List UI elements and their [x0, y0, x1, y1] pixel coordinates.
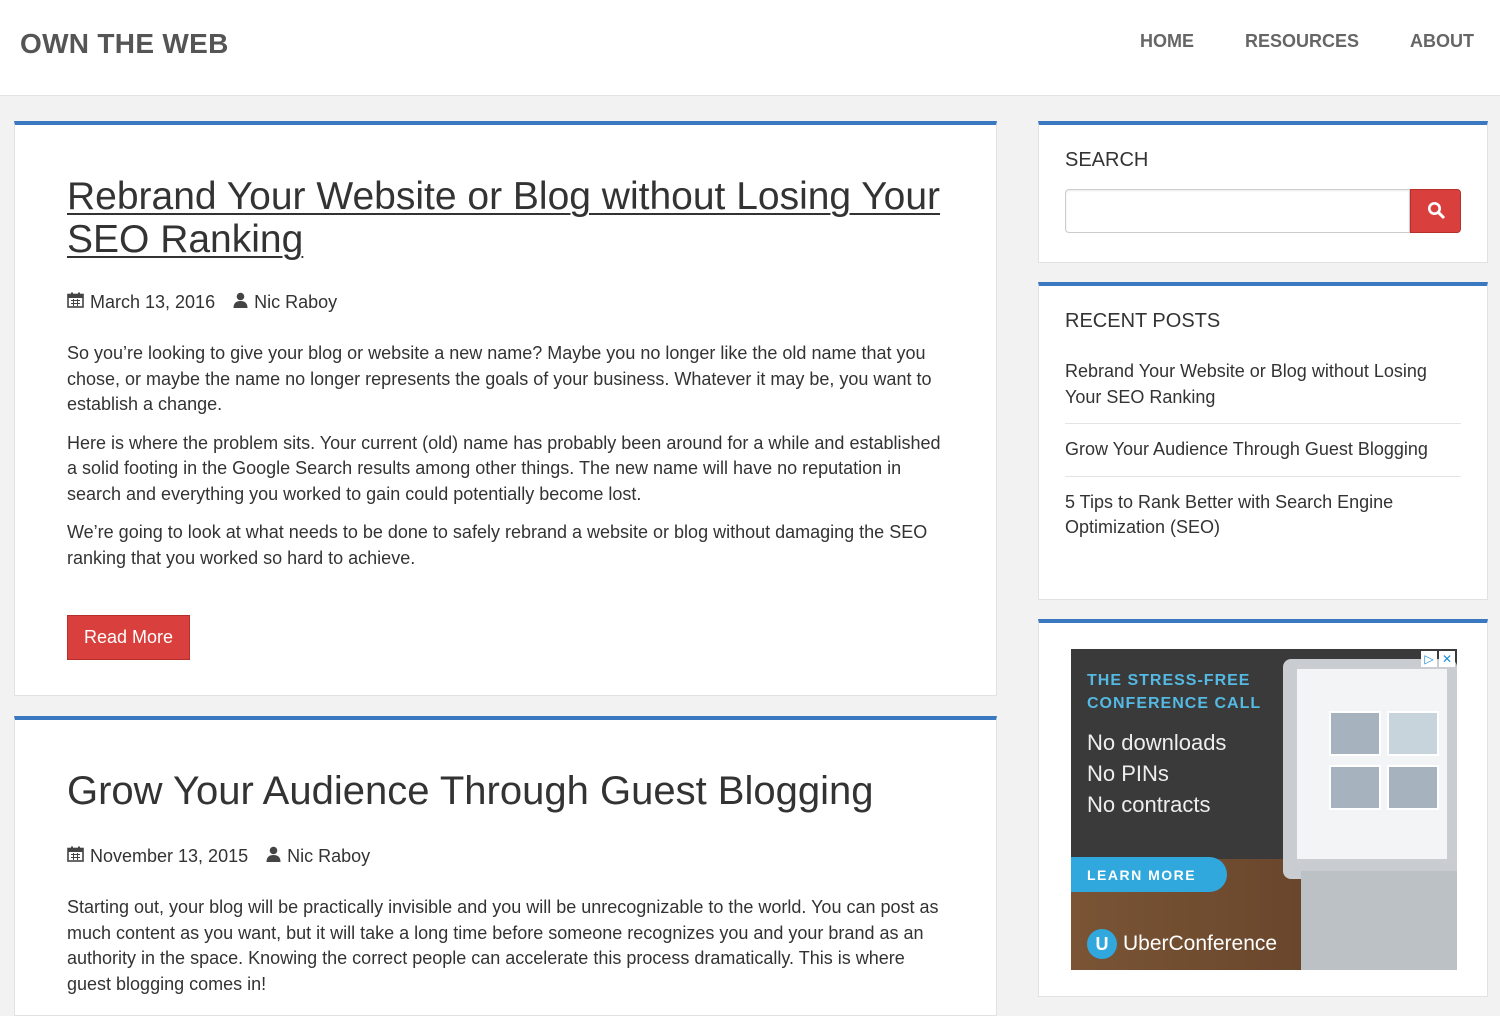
ad-video-tile — [1387, 765, 1439, 810]
post-author: Nic Raboy — [233, 292, 337, 313]
ad-keyboard-image — [1301, 871, 1457, 970]
widget-title: SEARCH — [1065, 149, 1149, 171]
ad-choices-icon[interactable]: ▷ — [1421, 651, 1437, 667]
recent-posts-widget: RECENT POSTS Rebrand Your Website or Blo… — [1038, 282, 1488, 600]
ad-widget: THE STRESS-FREE CONFERENCE CALL No downl… — [1038, 619, 1488, 997]
ad-choices[interactable]: ▷ ✕ — [1421, 651, 1455, 667]
ad-video-tile — [1329, 711, 1381, 756]
ad-screen-image — [1297, 669, 1447, 859]
ad-learn-more-button[interactable]: LEARN MORE — [1071, 857, 1227, 892]
post-card: Grow Your Audience Through Guest Bloggin… — [14, 716, 997, 1016]
ad-headline: THE STRESS-FREE CONFERENCE CALL — [1087, 669, 1261, 715]
post-list: Rebrand Your Website or Blog without Los… — [14, 121, 997, 1016]
recent-post-link[interactable]: Rebrand Your Website or Blog without Los… — [1065, 359, 1461, 424]
ad-body-line: No downloads — [1087, 730, 1227, 755]
user-icon — [233, 292, 248, 313]
site-brand[interactable]: OWN THE WEB — [20, 28, 229, 60]
post-paragraph: We’re going to look at what needs to be … — [67, 522, 928, 568]
recent-post-link[interactable]: 5 Tips to Rank Better with Search Engine… — [1065, 490, 1461, 554]
recent-post-link[interactable]: Grow Your Audience Through Guest Bloggin… — [1065, 437, 1461, 477]
post-paragraph: So you’re looking to give your blog or w… — [67, 343, 932, 414]
search-icon — [1427, 201, 1445, 222]
post-card: Rebrand Your Website or Blog without Los… — [14, 121, 997, 696]
post-title-link[interactable]: Rebrand Your Website or Blog without Los… — [67, 175, 944, 261]
calendar-icon — [67, 292, 84, 313]
read-more-button[interactable]: Read More — [67, 615, 191, 660]
uberconference-logo-icon: U — [1087, 929, 1117, 959]
ad-body-line: No contracts — [1087, 792, 1211, 817]
search-form — [1065, 189, 1461, 233]
post-excerpt: Starting out, your blog will be practica… — [67, 895, 944, 997]
ad-brand-name: UberConference — [1123, 932, 1278, 955]
nav-home[interactable]: HOME — [1140, 31, 1194, 52]
ad-video-tile — [1387, 711, 1439, 756]
search-button[interactable] — [1410, 189, 1461, 233]
post-date: March 13, 2016 — [90, 292, 216, 312]
user-icon — [266, 846, 281, 867]
widget-title: RECENT POSTS — [1065, 310, 1221, 332]
post-meta: March 13, 2016 Nic Raboy — [67, 292, 944, 313]
calendar-icon — [67, 846, 84, 867]
nav-about[interactable]: ABOUT — [1410, 31, 1474, 52]
post-meta: November 13, 2015 Nic Raboy — [67, 846, 944, 867]
ad-banner[interactable]: THE STRESS-FREE CONFERENCE CALL No downl… — [1071, 649, 1457, 970]
search-input[interactable] — [1065, 189, 1411, 233]
post-paragraph: Here is where the problem sits. Your cur… — [67, 432, 941, 504]
post-author-name: Nic Raboy — [254, 292, 338, 312]
search-widget: SEARCH — [1038, 121, 1488, 263]
post-author-name: Nic Raboy — [287, 846, 371, 866]
site-header: OWN THE WEB HOME RESOURCES ABOUT — [0, 0, 1500, 96]
sidebar: SEARCH RECENT POSTS Rebrand Your Website… — [1038, 121, 1488, 997]
close-icon[interactable]: ✕ — [1439, 651, 1455, 667]
ad-headline-line: THE STRESS-FREE — [1087, 672, 1251, 689]
nav-resources[interactable]: RESOURCES — [1245, 31, 1359, 52]
post-excerpt: So you’re looking to give your blog or w… — [67, 341, 944, 571]
ad-body-line: No PINs — [1087, 761, 1169, 786]
recent-posts-list: Rebrand Your Website or Blog without Los… — [1065, 359, 1461, 554]
post-paragraph: Starting out, your blog will be practica… — [67, 897, 939, 994]
ad-video-tile — [1329, 765, 1381, 810]
ad-body: No downloads No PINs No contracts — [1087, 727, 1226, 820]
post-author: Nic Raboy — [266, 846, 370, 867]
post-date: November 13, 2015 — [90, 846, 249, 866]
main-nav: HOME RESOURCES ABOUT — [1140, 31, 1474, 52]
post-title-link[interactable]: Grow Your Audience Through Guest Bloggin… — [67, 770, 944, 813]
ad-logo: U UberConference — [1087, 929, 1277, 959]
ad-headline-line: CONFERENCE CALL — [1087, 695, 1262, 712]
